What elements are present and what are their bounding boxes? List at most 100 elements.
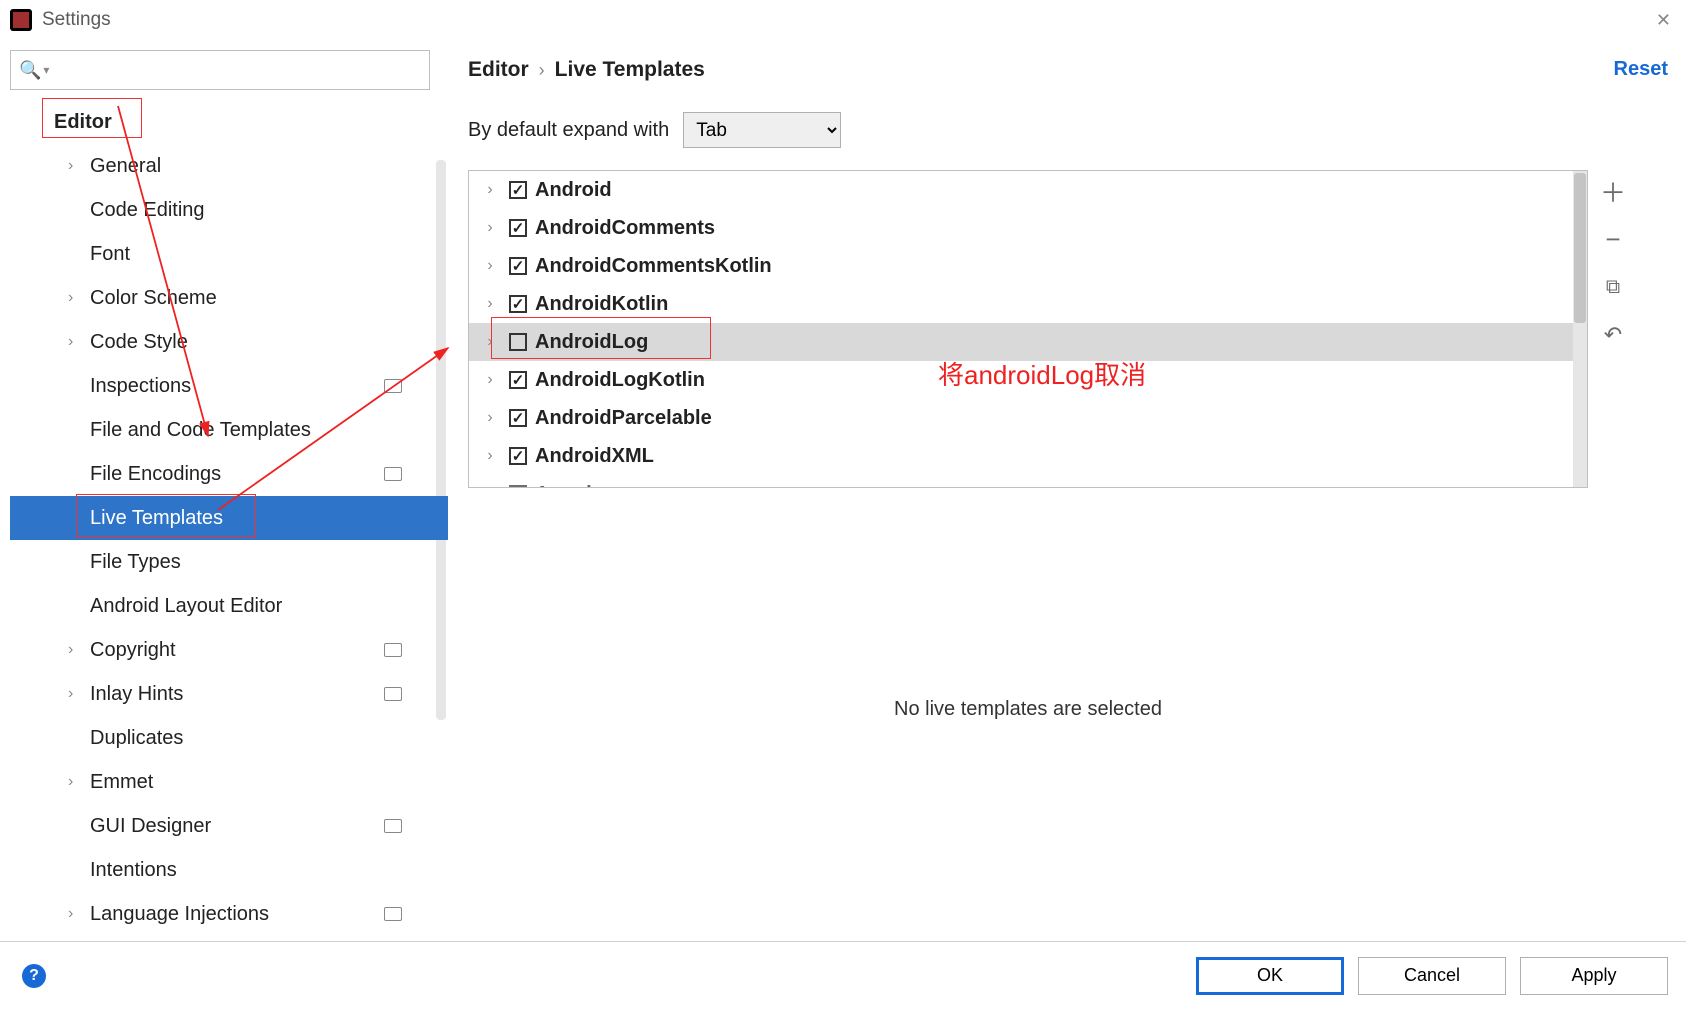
cancel-button[interactable]: Cancel xyxy=(1358,957,1506,995)
close-icon[interactable]: ✕ xyxy=(1656,10,1671,31)
chevron-right-icon[interactable]: › xyxy=(68,905,73,923)
ok-button[interactable]: OK xyxy=(1196,957,1344,995)
group-name: AndroidParcelable xyxy=(535,407,712,430)
search-icon: 🔍 xyxy=(19,60,41,81)
sidebar-item-emmet[interactable]: › Emmet xyxy=(10,760,448,804)
sidebar-category-editor[interactable]: Editor xyxy=(10,100,448,144)
checkbox-icon[interactable] xyxy=(509,257,527,275)
sidebar-item-label: Android Layout Editor xyxy=(90,595,282,618)
scope-icon xyxy=(384,907,402,921)
chevron-right-icon[interactable]: › xyxy=(68,773,73,791)
breadcrumb-parent[interactable]: Editor xyxy=(468,58,529,82)
checkbox-icon[interactable] xyxy=(509,333,527,351)
chevron-right-icon[interactable]: › xyxy=(479,257,501,275)
scope-icon xyxy=(384,819,402,833)
group-name: AndroidComments xyxy=(535,217,715,240)
sidebar-item-label: General xyxy=(90,155,161,178)
checkbox-icon[interactable] xyxy=(509,181,527,199)
chevron-right-icon[interactable]: › xyxy=(479,409,501,427)
app-icon xyxy=(10,9,32,31)
sidebar: 🔍 ▾ Editor ›General Code Editing Font ›C… xyxy=(0,40,448,940)
remove-template-button[interactable]: − xyxy=(1598,224,1628,254)
group-name: Android xyxy=(535,179,612,202)
checkbox-icon[interactable] xyxy=(509,409,527,427)
search-input[interactable] xyxy=(55,60,421,80)
sidebar-item-label: Font xyxy=(90,243,130,266)
chevron-right-icon[interactable]: › xyxy=(68,289,73,307)
checkbox-icon[interactable] xyxy=(509,485,527,488)
chevron-down-icon[interactable]: ▾ xyxy=(43,63,49,77)
sidebar-item-label: Emmet xyxy=(90,771,153,794)
sidebar-item-general[interactable]: › General xyxy=(10,144,448,188)
help-icon[interactable]: ? xyxy=(22,964,46,988)
window-title: Settings xyxy=(42,9,111,31)
sidebar-item-copyright[interactable]: ›Copyright xyxy=(10,628,448,672)
sidebar-item-label: Intentions xyxy=(90,859,177,882)
list-scrollbar[interactable] xyxy=(1573,171,1587,487)
chevron-right-icon[interactable]: › xyxy=(68,685,73,703)
group-name: AndroidKotlin xyxy=(535,293,668,316)
main-panel: Editor › Live Templates Reset By default… xyxy=(448,40,1686,940)
sidebar-item-label: Code Editing xyxy=(90,199,205,222)
chevron-right-icon[interactable]: › xyxy=(68,333,73,351)
scope-icon xyxy=(384,467,402,481)
chevron-right-icon[interactable]: › xyxy=(479,181,501,199)
revert-template-button[interactable]: ↶ xyxy=(1598,320,1628,350)
sidebar-item-file-types[interactable]: File Types xyxy=(10,540,448,584)
breadcrumb-current: Live Templates xyxy=(555,58,705,82)
sidebar-item-intentions[interactable]: Intentions xyxy=(10,848,448,892)
expand-with-select[interactable]: Tab xyxy=(683,112,841,148)
title-bar: Settings ✕ xyxy=(0,0,1686,40)
chevron-right-icon[interactable]: › xyxy=(479,485,501,488)
template-group-androidcomments[interactable]: › AndroidComments xyxy=(469,209,1587,247)
sidebar-item-android-layout-editor[interactable]: Android Layout Editor xyxy=(10,584,448,628)
chevron-right-icon[interactable]: › xyxy=(479,371,501,389)
sidebar-item-label: File and Code Templates xyxy=(90,419,311,442)
sidebar-item-color-scheme[interactable]: ›Color Scheme xyxy=(10,276,448,320)
sidebar-item-label: Live Templates xyxy=(90,507,223,530)
sidebar-item-code-style[interactable]: › Code Style xyxy=(10,320,448,364)
sidebar-item-label: Duplicates xyxy=(90,727,183,750)
sidebar-item-file-code-templates[interactable]: File and Code Templates xyxy=(10,408,448,452)
checkbox-icon[interactable] xyxy=(509,219,527,237)
group-name: AndroidLogKotlin xyxy=(535,369,705,392)
chevron-right-icon[interactable]: › xyxy=(479,219,501,237)
sidebar-item-live-templates[interactable]: Live Templates xyxy=(10,496,448,540)
checkbox-icon[interactable] xyxy=(509,371,527,389)
annotation-text: 将androidLog取消 xyxy=(938,355,1146,392)
checkbox-icon[interactable] xyxy=(509,447,527,465)
sidebar-item-inlay-hints[interactable]: › Inlay Hints xyxy=(10,672,448,716)
template-group-angular[interactable]: ›Angular xyxy=(469,475,1587,488)
sidebar-item-inspections[interactable]: Inspections xyxy=(10,364,448,408)
chevron-right-icon[interactable]: › xyxy=(479,295,501,313)
scope-icon xyxy=(384,379,402,393)
chevron-right-icon[interactable]: › xyxy=(479,333,501,351)
template-group-androidcommentskotlin[interactable]: ›AndroidCommentsKotlin xyxy=(469,247,1587,285)
sidebar-item-label: GUI Designer xyxy=(90,815,211,838)
expand-with-label: By default expand with xyxy=(468,119,669,142)
template-group-androidkotlin[interactable]: › AndroidKotlin xyxy=(469,285,1587,323)
sidebar-item-language-injections[interactable]: ›Language Injections xyxy=(10,892,448,936)
sidebar-item-code-editing[interactable]: Code Editing xyxy=(10,188,448,232)
template-group-androidxml[interactable]: ›AndroidXML xyxy=(469,437,1587,475)
template-group-android[interactable]: › Android xyxy=(469,171,1587,209)
duplicate-template-button[interactable]: ⧉ xyxy=(1598,272,1628,302)
chevron-right-icon[interactable]: › xyxy=(68,641,73,659)
sidebar-item-gui-designer[interactable]: GUI Designer xyxy=(10,804,448,848)
sidebar-item-duplicates[interactable]: Duplicates xyxy=(10,716,448,760)
reset-link[interactable]: Reset xyxy=(1614,58,1668,81)
sidebar-item-label: Code Style xyxy=(90,331,188,354)
checkbox-icon[interactable] xyxy=(509,295,527,313)
template-group-androidparcelable[interactable]: › AndroidParcelable xyxy=(469,399,1587,437)
sidebar-item-font[interactable]: Font xyxy=(10,232,448,276)
apply-button[interactable]: Apply xyxy=(1520,957,1668,995)
chevron-right-icon[interactable]: › xyxy=(479,447,501,465)
breadcrumb: Editor › Live Templates xyxy=(468,50,1670,90)
sidebar-item-file-encodings[interactable]: File Encodings xyxy=(10,452,448,496)
search-input-wrap[interactable]: 🔍 ▾ xyxy=(10,50,430,90)
sidebar-item-label: Inlay Hints xyxy=(90,683,183,706)
chevron-right-icon[interactable]: › xyxy=(68,157,73,175)
sidebar-item-label: Inspections xyxy=(90,375,191,398)
template-group-list[interactable]: › Android › AndroidComments ›AndroidCommen… xyxy=(468,170,1588,488)
add-template-button[interactable]: ＋ xyxy=(1598,176,1628,206)
